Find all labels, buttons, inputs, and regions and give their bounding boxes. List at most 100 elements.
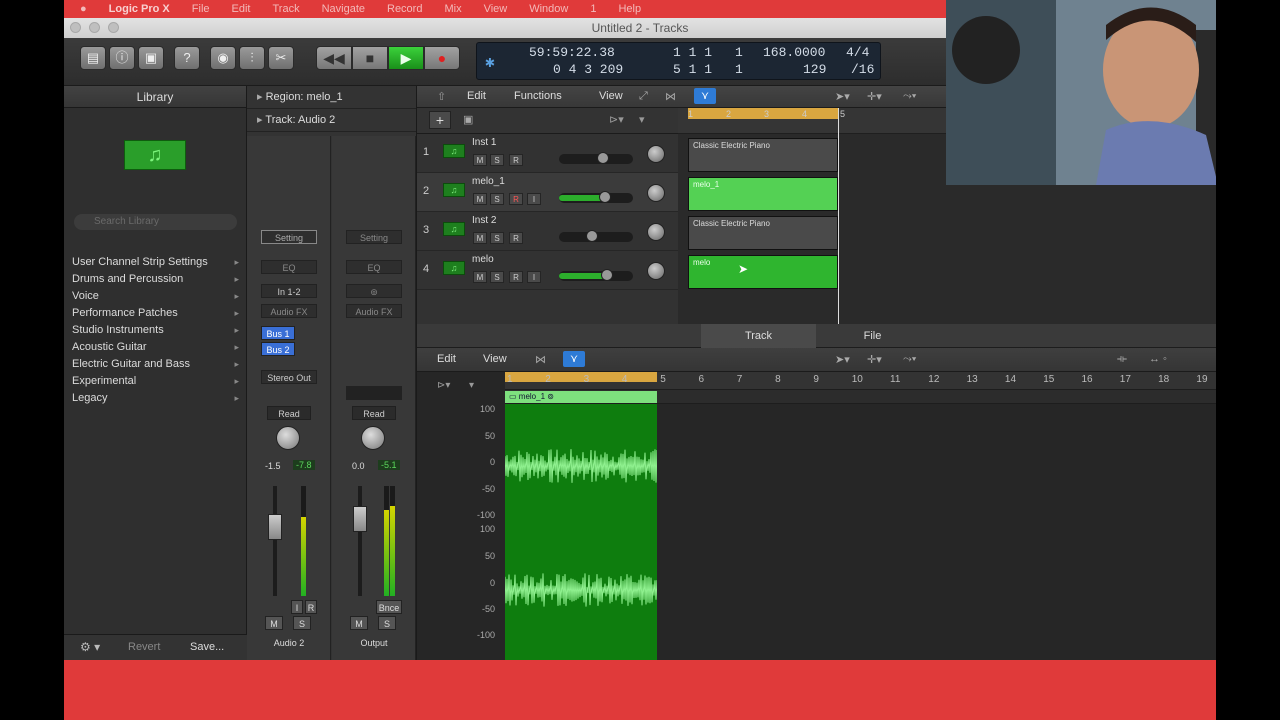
apple-icon[interactable]: ● <box>80 3 87 15</box>
volume-knob[interactable] <box>597 152 609 164</box>
mute-button[interactable]: M <box>350 616 368 630</box>
menu-app[interactable]: Logic Pro X <box>109 3 170 15</box>
folder-icon[interactable]: ▣ <box>463 113 473 126</box>
tab-file[interactable]: File <box>815 324 930 348</box>
volume-knob[interactable] <box>599 191 611 203</box>
cycle-region[interactable] <box>688 108 838 119</box>
functions-menu[interactable]: Functions <box>514 90 562 102</box>
snap-icon[interactable]: ⋎ <box>563 351 585 367</box>
mute-button[interactable]: M <box>473 193 487 205</box>
library-item[interactable]: Acoustic Guitar <box>64 339 247 356</box>
library-item[interactable]: Studio Instruments <box>64 322 247 339</box>
library-icon[interactable]: ▤ <box>80 46 106 70</box>
cycle-region[interactable] <box>505 372 657 382</box>
view-menu[interactable]: View <box>599 90 623 102</box>
editors-icon[interactable]: ✂ <box>268 46 294 70</box>
waveform-display[interactable] <box>504 404 659 660</box>
pan-knob[interactable] <box>647 145 665 163</box>
solo-button[interactable]: S <box>490 193 504 205</box>
editor-ruler[interactable]: 1 2 3 4 5 6 7 8 9 10 11 12 13 14 15 16 17 18 19 <box>505 372 1216 390</box>
volume-slider[interactable] <box>559 193 633 203</box>
midi-region[interactable]: Classic Electric Piano <box>688 216 838 250</box>
library-item[interactable]: Legacy <box>64 390 247 407</box>
plus-tool-icon[interactable]: ✛▾ <box>867 90 882 103</box>
track-name[interactable]: Inst 1 <box>472 137 496 148</box>
menu-help[interactable]: Help <box>618 3 641 15</box>
audio-region[interactable]: melo <box>688 255 838 289</box>
volume-slider[interactable] <box>559 154 633 164</box>
solo-button[interactable]: S <box>293 616 311 630</box>
marquee-tool-icon[interactable]: ⤳▾ <box>903 353 916 366</box>
volume-fader[interactable] <box>358 486 362 596</box>
audio-region-selected[interactable]: melo_1 <box>688 177 838 211</box>
revert-button[interactable]: Revert <box>128 641 160 653</box>
mute-button[interactable]: M <box>473 154 487 166</box>
fader-cap[interactable] <box>268 514 282 540</box>
record-enable-button[interactable]: R <box>509 232 523 244</box>
zoom-button[interactable] <box>108 22 119 33</box>
track-name[interactable]: melo_1 <box>472 176 505 187</box>
library-item[interactable]: Electric Guitar and Bass <box>64 356 247 373</box>
edit-menu[interactable]: Edit <box>437 353 456 365</box>
automation-mode[interactable]: Read <box>267 406 311 420</box>
link-icon[interactable]: ⊚ <box>346 284 402 298</box>
marquee-tool-icon[interactable]: ⤳▾ <box>903 90 916 103</box>
volume-slider[interactable] <box>559 271 633 281</box>
record-enable-button[interactable]: R <box>509 271 523 283</box>
menu-edit[interactable]: Edit <box>232 3 251 15</box>
audio-fx-slot[interactable]: Audio FX <box>261 304 317 318</box>
menu-navigate[interactable]: Navigate <box>322 3 365 15</box>
pan-knob[interactable] <box>361 426 385 450</box>
filter-icon[interactable]: ⊳▾ <box>437 380 450 391</box>
catch-icon[interactable]: ⤢ <box>639 90 648 103</box>
gear-icon[interactable]: ⚙ ▾ <box>80 640 100 654</box>
back-arrow-icon[interactable]: ⇧ <box>437 90 446 103</box>
automation-mode[interactable]: Read <box>352 406 396 420</box>
lcd-display[interactable]: ✱ 59:59:22.38 0 4 3 209 1 1 1 1 5 1 1 1 … <box>476 42 881 80</box>
record-button[interactable]: ● <box>424 46 460 70</box>
editor-region-header[interactable]: ▭ melo_1 ⊚ <box>505 391 657 403</box>
track-name[interactable]: melo <box>472 254 494 265</box>
menu-track[interactable]: Track <box>272 3 299 15</box>
horizontal-zoom-slider[interactable]: ↔ ◦ <box>1149 353 1167 365</box>
add-track-button[interactable]: + <box>429 111 451 129</box>
mute-button[interactable]: M <box>265 616 283 630</box>
setting-button[interactable]: Setting <box>261 230 317 244</box>
menu-mix[interactable]: Mix <box>444 3 461 15</box>
volume-knob[interactable] <box>586 230 598 242</box>
close-button[interactable] <box>70 22 81 33</box>
track-name[interactable]: Inst 2 <box>472 215 496 226</box>
collapse-icon[interactable]: ▾ <box>469 380 474 391</box>
smart-controls-icon[interactable]: ◉ <box>210 46 236 70</box>
snap-icon[interactable]: ⋎ <box>694 88 716 104</box>
bus2-send[interactable]: Bus 2 <box>261 342 295 356</box>
rewind-button[interactable]: ◀◀ <box>316 46 352 70</box>
save-button[interactable]: Save... <box>190 641 224 653</box>
play-button[interactable]: ▶ <box>388 46 424 70</box>
track-header[interactable]: 3 ♫ Inst 2 MSR <box>417 212 678 251</box>
eq-button[interactable]: EQ <box>346 260 402 274</box>
audio-fx-slot[interactable]: Audio FX <box>346 304 402 318</box>
view-menu[interactable]: View <box>483 353 507 365</box>
track-header[interactable]: 1 ♫ Inst 1 MSR <box>417 134 678 173</box>
input-monitor-button[interactable]: I <box>291 600 303 614</box>
menu-window[interactable]: Window <box>529 3 568 15</box>
tab-track[interactable]: Track <box>701 324 816 348</box>
library-search-input[interactable]: Search Library <box>74 214 237 230</box>
collapse-icon[interactable]: ▾ <box>639 113 645 126</box>
menu-one[interactable]: 1 <box>590 3 596 15</box>
track-header[interactable]: 2 ♫ melo_1 M S R I <box>417 173 678 212</box>
input-slot[interactable]: In 1-2 <box>261 284 317 298</box>
playhead[interactable] <box>838 108 839 324</box>
region-header[interactable]: ▸ Region: melo_1 <box>247 86 416 109</box>
record-enable-button[interactable]: R <box>509 154 523 166</box>
solo-button[interactable]: S <box>490 232 504 244</box>
inspector-icon[interactable]: ⓘ <box>109 46 135 70</box>
flex-icon[interactable]: ⋈ <box>535 353 546 366</box>
solo-button[interactable]: S <box>490 271 504 283</box>
menu-record[interactable]: Record <box>387 3 422 15</box>
toolbar-icon[interactable]: ▣ <box>138 46 164 70</box>
library-item[interactable]: Performance Patches <box>64 305 247 322</box>
editor-empty-area[interactable] <box>657 404 1216 660</box>
library-item[interactable]: Experimental <box>64 373 247 390</box>
